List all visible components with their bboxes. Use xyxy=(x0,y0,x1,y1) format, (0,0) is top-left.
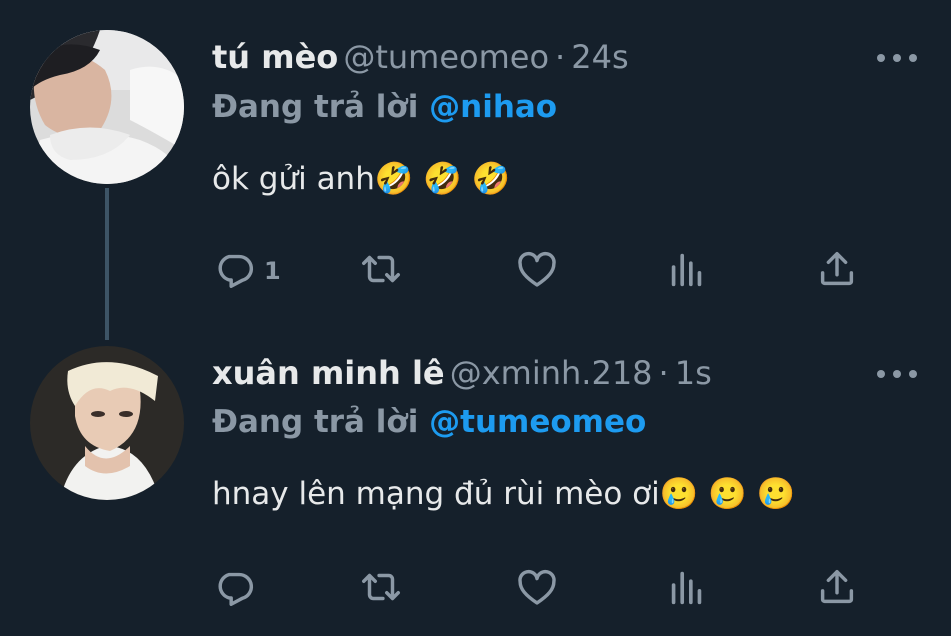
tweet-header: tú mèo @tumeomeo · 24s xyxy=(212,38,629,82)
tweet[interactable]: xuân minh lê @xminh.218 · 1s Đang trả lời … xyxy=(0,318,951,636)
action-bar xyxy=(212,566,872,612)
share-icon xyxy=(814,246,860,296)
more-icon[interactable] xyxy=(877,368,917,380)
share-button[interactable] xyxy=(814,248,860,294)
user-handle[interactable]: @xminh.218 xyxy=(450,354,653,392)
retweet-button[interactable] xyxy=(358,566,410,612)
tweet-text: ôk gửi anh🤣 🤣 🤣 xyxy=(212,161,511,197)
reply-button[interactable]: 1 xyxy=(212,248,281,294)
reply-icon xyxy=(212,246,258,296)
more-icon[interactable] xyxy=(877,52,917,64)
views-button[interactable] xyxy=(664,248,710,294)
reply-button[interactable] xyxy=(212,566,264,612)
views-icon xyxy=(664,246,710,296)
display-name[interactable]: xuân minh lê xyxy=(212,354,445,392)
heart-icon xyxy=(514,564,560,614)
retweet-icon xyxy=(358,564,404,614)
like-button[interactable] xyxy=(514,248,566,294)
tweet-header: xuân minh lê @xminh.218 · 1s xyxy=(212,354,712,398)
heart-icon xyxy=(514,246,560,296)
share-button[interactable] xyxy=(814,566,860,612)
tweet[interactable]: tú mèo @tumeomeo · 24s Đang trả lời @nihao… xyxy=(0,0,951,318)
separator-dot: · xyxy=(658,354,669,392)
replying-prefix: Đang trả lời xyxy=(212,89,419,125)
avatar[interactable] xyxy=(30,346,184,500)
views-button[interactable] xyxy=(664,566,710,612)
like-button[interactable] xyxy=(514,566,566,612)
replying-to-line: Đang trả lời @nihao xyxy=(212,89,557,125)
views-icon xyxy=(664,564,710,614)
timestamp[interactable]: 24s xyxy=(571,38,628,76)
avatar[interactable] xyxy=(30,30,184,184)
replying-to-line: Đang trả lời @tumeomeo xyxy=(212,404,646,440)
share-icon xyxy=(814,564,860,614)
reply-icon xyxy=(212,564,258,614)
timestamp[interactable]: 1s xyxy=(675,354,712,392)
replying-prefix: Đang trả lời xyxy=(212,404,419,440)
display-name[interactable]: tú mèo xyxy=(212,38,338,76)
user-handle[interactable]: @tumeomeo xyxy=(343,38,549,76)
retweet-button[interactable] xyxy=(358,248,410,294)
action-bar: 1 xyxy=(212,248,872,294)
mention-link[interactable]: @nihao xyxy=(429,89,557,125)
tweet-text: hnay lên mạng đủ rùi mèo ơi🥲 🥲 🥲 xyxy=(212,476,796,512)
reply-count: 1 xyxy=(264,257,281,285)
separator-dot: · xyxy=(555,38,566,76)
mention-link[interactable]: @tumeomeo xyxy=(429,404,646,440)
retweet-icon xyxy=(358,246,404,296)
